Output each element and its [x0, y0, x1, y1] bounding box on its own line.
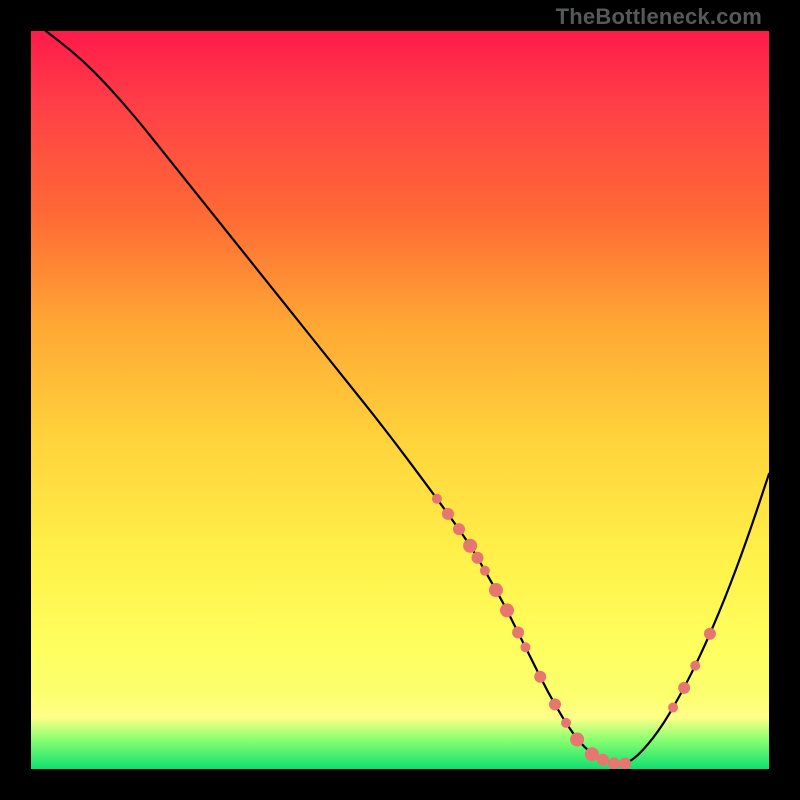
bottleneck-curve [46, 31, 769, 764]
plot-area [31, 31, 769, 769]
curve-marker [597, 754, 609, 766]
curve-marker [534, 671, 546, 683]
curve-marker [520, 642, 530, 652]
curve-marker [500, 603, 514, 617]
curve-marker [432, 494, 442, 504]
curve-marker [585, 747, 599, 761]
curve-marker [619, 757, 631, 769]
curve-marker [453, 523, 465, 535]
curve-marker [489, 583, 503, 597]
curve-marker [471, 552, 483, 564]
curve-marker [668, 703, 678, 713]
curve-marker [690, 661, 700, 671]
curve-marker [561, 718, 571, 728]
curve-markers-group [432, 494, 716, 769]
curve-marker [608, 757, 620, 769]
curve-marker [442, 508, 454, 520]
curve-marker [704, 628, 716, 640]
bottleneck-curve-svg [31, 31, 769, 769]
curve-marker [512, 626, 524, 638]
curve-marker [463, 539, 477, 553]
curve-marker [570, 732, 584, 746]
chart-frame: TheBottleneck.com [0, 0, 800, 800]
curve-marker [549, 698, 561, 710]
curve-marker [480, 566, 490, 576]
attribution-text: TheBottleneck.com [556, 4, 762, 30]
curve-marker [678, 682, 690, 694]
